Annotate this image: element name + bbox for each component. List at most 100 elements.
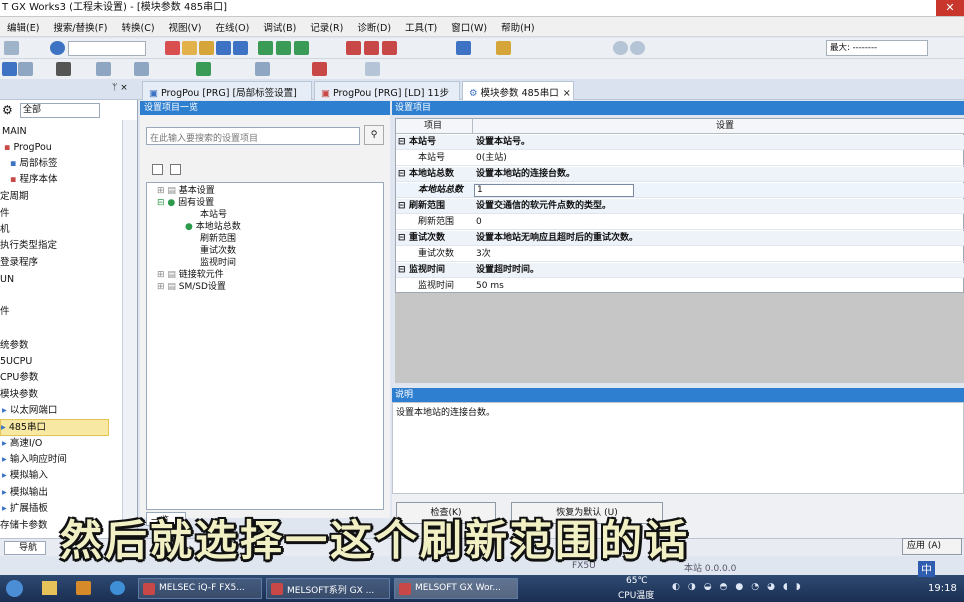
menu-edit[interactable]: 编辑(E): [0, 20, 46, 34]
local-total-input[interactable]: 1: [474, 184, 634, 197]
nav-item-analog-output[interactable]: ▸ 模拟输出: [2, 485, 48, 500]
taskbar-item-melsoft-gx[interactable]: MELSOFT系列 GX ...: [266, 578, 390, 599]
row-station-number[interactable]: 本站号 0(主站): [396, 151, 964, 166]
tree-link-device[interactable]: ⊞ ▤ 链接软元件: [157, 269, 224, 281]
write-icon[interactable]: [346, 41, 361, 55]
menu-tools[interactable]: 工具(T): [398, 20, 444, 34]
row-local-total[interactable]: 本地站总数 1: [396, 183, 964, 198]
collapse-icon[interactable]: ⊟: [398, 167, 406, 182]
parameter-icon[interactable]: [196, 62, 211, 76]
ime-indicator[interactable]: 中: [918, 561, 935, 577]
ladder-icon[interactable]: [258, 41, 273, 55]
label-icon[interactable]: [312, 62, 327, 76]
coil-icon[interactable]: [294, 41, 309, 55]
print-icon[interactable]: [4, 41, 19, 55]
nav-item-local-labels[interactable]: ▪ 局部标签: [10, 156, 58, 171]
group-row-local-total[interactable]: ⊟ 本地站总数 设置本地站的连接台数。: [396, 167, 964, 182]
binoculars-icon[interactable]: ⚲: [364, 125, 384, 145]
nav-item-cpu-parameter[interactable]: CPU参数: [0, 370, 38, 385]
group-row-monitor-time[interactable]: ⊟ 监视时间 设置超时时间。: [396, 263, 964, 278]
copy-icon[interactable]: [182, 41, 197, 55]
verify-icon[interactable]: [382, 41, 397, 55]
tab-local-labels[interactable]: ▣ ProgPou [PRG] [局部标签设置]: [142, 81, 312, 100]
cross-ref-icon[interactable]: [96, 62, 111, 76]
menu-diagnostics[interactable]: 诊断(D): [350, 20, 398, 34]
nav-item-standby[interactable]: 机: [0, 222, 10, 237]
read-icon[interactable]: [364, 41, 379, 55]
zoom-in-icon[interactable]: [613, 41, 628, 55]
zoom-combo[interactable]: 最大: --------: [826, 40, 928, 56]
menu-convert[interactable]: 转换(C): [115, 20, 162, 34]
row-refresh-range[interactable]: 刷新范围 0: [396, 215, 964, 230]
navigation-tab[interactable]: 导航: [4, 541, 46, 555]
nav-item-fixed-scan[interactable]: 定周期: [0, 189, 29, 204]
help-icon[interactable]: [50, 41, 65, 55]
zoom-out-icon[interactable]: [630, 41, 645, 55]
menu-window[interactable]: 窗口(W): [444, 20, 494, 34]
online-icon[interactable]: [255, 62, 270, 76]
nav-item-event[interactable]: 件: [0, 206, 10, 221]
contact-icon[interactable]: [276, 41, 291, 55]
nav-item-input-response[interactable]: ▸ 输入响应时间: [2, 452, 67, 467]
collapse-icon[interactable]: ⊟: [398, 135, 406, 150]
row-value[interactable]: 50 ms: [476, 279, 504, 294]
tree-local-station-total[interactable]: ● 本地站总数: [185, 221, 241, 233]
pin-icon[interactable]: ᛘ ×: [112, 83, 128, 93]
undo-icon[interactable]: [216, 41, 231, 55]
cut-icon[interactable]: [165, 41, 180, 55]
nav-item-program-body[interactable]: ▪ 程序本体: [10, 172, 58, 187]
find-icon[interactable]: [56, 62, 71, 76]
monitor-icon[interactable]: [456, 41, 471, 55]
tree-refresh-range[interactable]: 刷新范围: [200, 233, 236, 245]
gear-icon[interactable]: ⚙: [2, 103, 13, 117]
collapse-icon[interactable]: ⊟: [398, 231, 406, 246]
nav-item-expansion-board[interactable]: ▸ 扩展插板: [2, 501, 48, 516]
grid-icon[interactable]: [365, 62, 380, 76]
device-combo[interactable]: [68, 41, 146, 56]
row-value[interactable]: 0: [476, 215, 482, 230]
explorer-icon[interactable]: [42, 581, 57, 595]
nav-item-fx5ucpu[interactable]: 5UCPU: [0, 354, 32, 369]
paste-icon[interactable]: [199, 41, 214, 55]
menu-debug[interactable]: 调试(B): [256, 20, 303, 34]
nav-filter-select[interactable]: 全部: [20, 103, 100, 118]
window-icon[interactable]: [18, 62, 33, 76]
tree-monitor-time[interactable]: 监视时间: [200, 257, 236, 269]
row-value[interactable]: 0(主站): [476, 151, 507, 166]
tab-ladder[interactable]: ▣ ProgPou [PRG] [LD] 11步: [314, 81, 460, 100]
nav-item-system-parameter[interactable]: 统参数: [0, 338, 29, 353]
setting-search-input[interactable]: 在此输入要搜索的设置项目: [146, 127, 360, 145]
row-monitor-time[interactable]: 监视时间 50 ms: [396, 279, 964, 294]
nav-item-registered-program[interactable]: 登录程序: [0, 255, 38, 270]
row-retry-count[interactable]: 重试次数 3次: [396, 247, 964, 262]
browser-icon[interactable]: [110, 581, 125, 595]
nav-item-ethernet-port[interactable]: ▸ 以太网端口: [2, 403, 57, 418]
media-icon[interactable]: [76, 581, 91, 595]
menu-search-replace[interactable]: 搜索/替换(F): [46, 20, 114, 34]
nav-scrollbar[interactable]: [122, 120, 137, 538]
apply-button[interactable]: 应用 (A): [902, 538, 962, 555]
taskbar-item-melsec[interactable]: MELSEC iQ-F FX5...: [138, 578, 262, 599]
menu-help[interactable]: 帮助(H): [494, 20, 542, 34]
start-icon[interactable]: [6, 580, 23, 597]
nav-item-main[interactable]: MAIN: [2, 124, 27, 139]
taskbar-item-gx-works[interactable]: MELSOFT GX Wor...: [394, 578, 518, 599]
tree-retry-count[interactable]: 重试次数: [200, 245, 236, 257]
group-row-retry-count[interactable]: ⊟ 重试次数 设置本地站无响应且超时后的重试次数。: [396, 231, 964, 246]
run-icon[interactable]: [496, 41, 511, 55]
tray-icons[interactable]: ◐◑◒◓●◔◕◖◗: [672, 582, 892, 594]
nav-item-485-port[interactable]: ▸ 485串口: [0, 419, 109, 436]
nav-item-fb[interactable]: UN: [0, 272, 14, 287]
group-row-refresh-range[interactable]: ⊟ 刷新范围 设置交通信的软元件点数的类型。: [396, 199, 964, 214]
tab-close-icon[interactable]: ×: [563, 88, 571, 99]
nav-item-execution-type[interactable]: 执行类型指定: [0, 238, 57, 253]
device-list-icon[interactable]: [134, 62, 149, 76]
nav-item-analog-input[interactable]: ▸ 模拟输入: [2, 468, 48, 483]
menu-view[interactable]: 视图(V): [162, 20, 209, 34]
tree-station-number[interactable]: 本站号: [200, 209, 227, 221]
nav-item-high-speed-io[interactable]: ▸ 高速I/O: [2, 436, 42, 451]
window-close-button[interactable]: ✕: [936, 0, 964, 16]
tree-sm-sd-settings[interactable]: ⊞ ▤ SM/SD设置: [157, 281, 226, 293]
row-value[interactable]: 3次: [476, 247, 491, 262]
tree-specific-settings[interactable]: ⊟ ● 固有设置: [157, 197, 214, 209]
